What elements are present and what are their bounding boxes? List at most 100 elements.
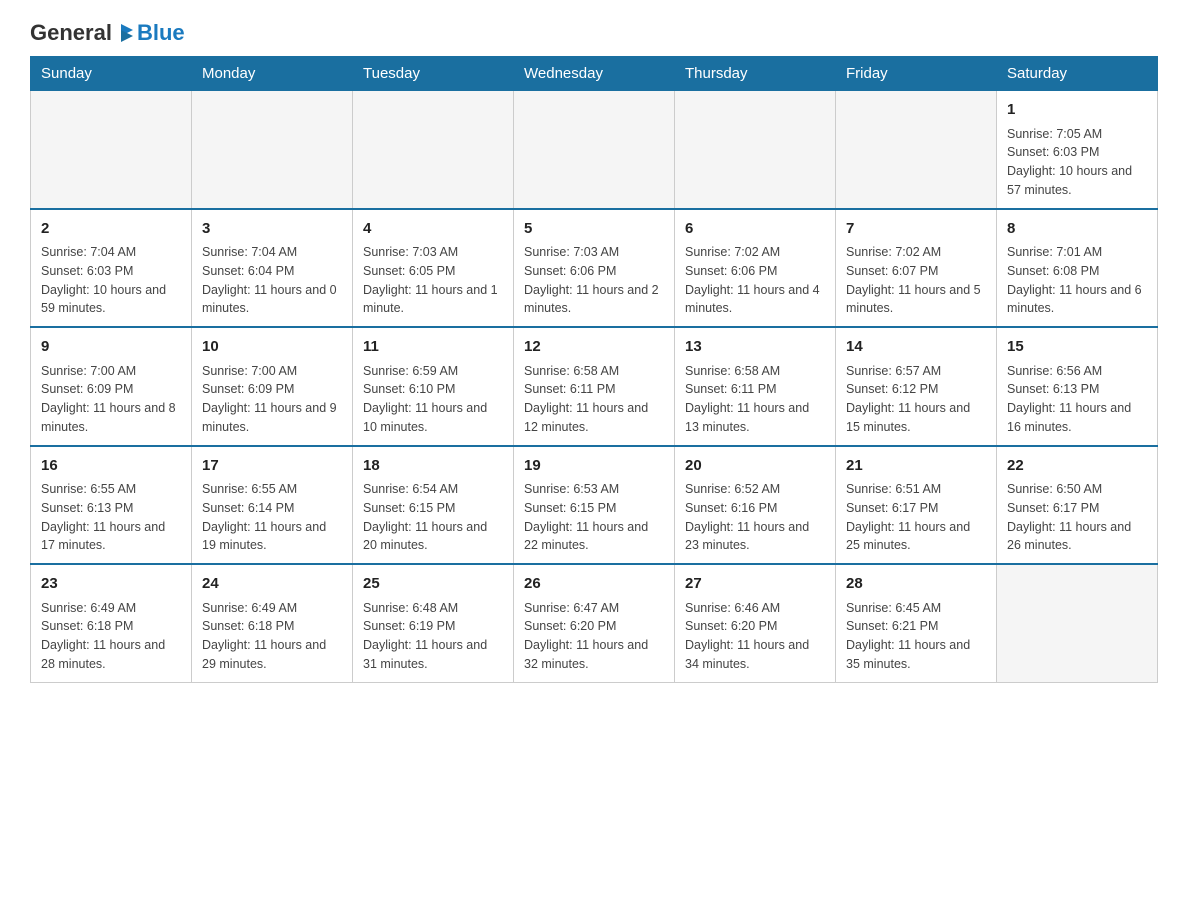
day-info: Sunrise: 6:58 AMSunset: 6:11 PMDaylight:…: [685, 362, 825, 437]
day-info: Sunrise: 6:45 AMSunset: 6:21 PMDaylight:…: [846, 599, 986, 674]
table-row: 6Sunrise: 7:02 AMSunset: 6:06 PMDaylight…: [675, 209, 836, 328]
day-number: 19: [524, 455, 664, 478]
table-row: 19Sunrise: 6:53 AMSunset: 6:15 PMDayligh…: [514, 446, 675, 565]
table-row: 23 Sunrise: 6:49 AMSunset: 6:18 PMDayligh…: [31, 564, 192, 682]
day-number: 26: [524, 573, 664, 596]
table-row: 10 Sunrise: 7:00 AMSunset: 6:09 PMDayligh…: [192, 327, 353, 446]
table-row: [836, 91, 997, 209]
day-number: 4: [363, 218, 503, 241]
table-row: 9 Sunrise: 7:00 AMSunset: 6:09 PMDaylight…: [31, 327, 192, 446]
header-friday: Friday: [836, 57, 997, 91]
day-info: Sunrise: 6:55 AMSunset: 6:13 PMDaylight:…: [41, 480, 181, 555]
page-header: GeneralBlue: [30, 20, 1158, 46]
calendar-table: SundayMondayTuesdayWednesdayThursdayFrid…: [30, 56, 1158, 683]
table-row: [997, 564, 1158, 682]
week-row-4: 16Sunrise: 6:55 AMSunset: 6:13 PMDayligh…: [31, 446, 1158, 565]
day-number: 10: [202, 336, 342, 359]
table-row: 25Sunrise: 6:48 AMSunset: 6:19 PMDayligh…: [353, 564, 514, 682]
logo-flag-icon: [115, 22, 137, 44]
table-row: 3Sunrise: 7:04 AMSunset: 6:04 PMDaylight…: [192, 209, 353, 328]
day-number: 2: [41, 218, 181, 241]
table-row: [192, 91, 353, 209]
day-number: 28: [846, 573, 986, 596]
header-tuesday: Tuesday: [353, 57, 514, 91]
day-number: 17: [202, 455, 342, 478]
day-number: 23: [41, 573, 181, 596]
day-number: 14: [846, 336, 986, 359]
day-number: 3: [202, 218, 342, 241]
table-row: [514, 91, 675, 209]
table-row: [353, 91, 514, 209]
day-info: Sunrise: 6:55 AMSunset: 6:14 PMDaylight:…: [202, 480, 342, 555]
day-info: Sunrise: 7:00 AMSunset: 6:09 PMDaylight:…: [202, 362, 342, 437]
day-info: Sunrise: 7:03 AMSunset: 6:05 PMDaylight:…: [363, 243, 503, 318]
table-row: [675, 91, 836, 209]
day-info: Sunrise: 6:54 AMSunset: 6:15 PMDaylight:…: [363, 480, 503, 555]
table-row: 7Sunrise: 7:02 AMSunset: 6:07 PMDaylight…: [836, 209, 997, 328]
table-row: 22Sunrise: 6:50 AMSunset: 6:17 PMDayligh…: [997, 446, 1158, 565]
table-row: 16Sunrise: 6:55 AMSunset: 6:13 PMDayligh…: [31, 446, 192, 565]
week-row-3: 9 Sunrise: 7:00 AMSunset: 6:09 PMDaylight…: [31, 327, 1158, 446]
logo: GeneralBlue: [30, 20, 185, 46]
week-row-1: 1 Sunrise: 7:05 AMSunset: 6:03 PMDaylight…: [31, 91, 1158, 209]
days-of-week-row: SundayMondayTuesdayWednesdayThursdayFrid…: [31, 57, 1158, 91]
day-number: 9: [41, 336, 181, 359]
table-row: 13 Sunrise: 6:58 AMSunset: 6:11 PMDayligh…: [675, 327, 836, 446]
header-saturday: Saturday: [997, 57, 1158, 91]
header-wednesday: Wednesday: [514, 57, 675, 91]
day-info: Sunrise: 6:58 AMSunset: 6:11 PMDaylight:…: [524, 362, 664, 437]
day-number: 16: [41, 455, 181, 478]
day-number: 18: [363, 455, 503, 478]
day-number: 8: [1007, 218, 1147, 241]
day-info: Sunrise: 6:49 AMSunset: 6:18 PMDaylight:…: [41, 599, 181, 674]
day-info: Sunrise: 6:53 AMSunset: 6:15 PMDaylight:…: [524, 480, 664, 555]
table-row: 12 Sunrise: 6:58 AMSunset: 6:11 PMDayligh…: [514, 327, 675, 446]
day-number: 21: [846, 455, 986, 478]
table-row: 26 Sunrise: 6:47 AMSunset: 6:20 PMDayligh…: [514, 564, 675, 682]
day-number: 11: [363, 336, 503, 359]
day-number: 24: [202, 573, 342, 596]
table-row: 8Sunrise: 7:01 AMSunset: 6:08 PMDaylight…: [997, 209, 1158, 328]
day-number: 20: [685, 455, 825, 478]
day-info: Sunrise: 6:57 AMSunset: 6:12 PMDaylight:…: [846, 362, 986, 437]
day-info: Sunrise: 6:50 AMSunset: 6:17 PMDaylight:…: [1007, 480, 1147, 555]
header-monday: Monday: [192, 57, 353, 91]
day-info: Sunrise: 6:46 AMSunset: 6:20 PMDaylight:…: [685, 599, 825, 674]
table-row: 24Sunrise: 6:49 AMSunset: 6:18 PMDayligh…: [192, 564, 353, 682]
day-info: Sunrise: 7:04 AMSunset: 6:03 PMDaylight:…: [41, 243, 181, 318]
table-row: 11Sunrise: 6:59 AMSunset: 6:10 PMDayligh…: [353, 327, 514, 446]
week-row-5: 23 Sunrise: 6:49 AMSunset: 6:18 PMDayligh…: [31, 564, 1158, 682]
day-number: 6: [685, 218, 825, 241]
table-row: 18Sunrise: 6:54 AMSunset: 6:15 PMDayligh…: [353, 446, 514, 565]
header-thursday: Thursday: [675, 57, 836, 91]
day-number: 15: [1007, 336, 1147, 359]
table-row: 20Sunrise: 6:52 AMSunset: 6:16 PMDayligh…: [675, 446, 836, 565]
day-number: 12: [524, 336, 664, 359]
table-row: 14 Sunrise: 6:57 AMSunset: 6:12 PMDayligh…: [836, 327, 997, 446]
week-row-2: 2Sunrise: 7:04 AMSunset: 6:03 PMDaylight…: [31, 209, 1158, 328]
day-info: Sunrise: 7:00 AMSunset: 6:09 PMDaylight:…: [41, 362, 181, 437]
calendar-header: SundayMondayTuesdayWednesdayThursdayFrid…: [31, 57, 1158, 91]
table-row: 4Sunrise: 7:03 AMSunset: 6:05 PMDaylight…: [353, 209, 514, 328]
day-info: Sunrise: 7:05 AMSunset: 6:03 PMDaylight:…: [1007, 125, 1147, 200]
day-info: Sunrise: 6:52 AMSunset: 6:16 PMDaylight:…: [685, 480, 825, 555]
table-row: 15Sunrise: 6:56 AMSunset: 6:13 PMDayligh…: [997, 327, 1158, 446]
header-sunday: Sunday: [31, 57, 192, 91]
day-info: Sunrise: 6:47 AMSunset: 6:20 PMDaylight:…: [524, 599, 664, 674]
day-info: Sunrise: 7:02 AMSunset: 6:06 PMDaylight:…: [685, 243, 825, 318]
day-info: Sunrise: 7:03 AMSunset: 6:06 PMDaylight:…: [524, 243, 664, 318]
day-number: 5: [524, 218, 664, 241]
table-row: 17Sunrise: 6:55 AMSunset: 6:14 PMDayligh…: [192, 446, 353, 565]
day-number: 1: [1007, 99, 1147, 122]
table-row: 2Sunrise: 7:04 AMSunset: 6:03 PMDaylight…: [31, 209, 192, 328]
day-info: Sunrise: 6:51 AMSunset: 6:17 PMDaylight:…: [846, 480, 986, 555]
day-info: Sunrise: 7:02 AMSunset: 6:07 PMDaylight:…: [846, 243, 986, 318]
logo-text-general: General: [30, 20, 112, 46]
day-number: 7: [846, 218, 986, 241]
table-row: 5Sunrise: 7:03 AMSunset: 6:06 PMDaylight…: [514, 209, 675, 328]
table-row: 21Sunrise: 6:51 AMSunset: 6:17 PMDayligh…: [836, 446, 997, 565]
table-row: 28 Sunrise: 6:45 AMSunset: 6:21 PMDayligh…: [836, 564, 997, 682]
day-number: 13: [685, 336, 825, 359]
day-info: Sunrise: 7:01 AMSunset: 6:08 PMDaylight:…: [1007, 243, 1147, 318]
day-number: 25: [363, 573, 503, 596]
